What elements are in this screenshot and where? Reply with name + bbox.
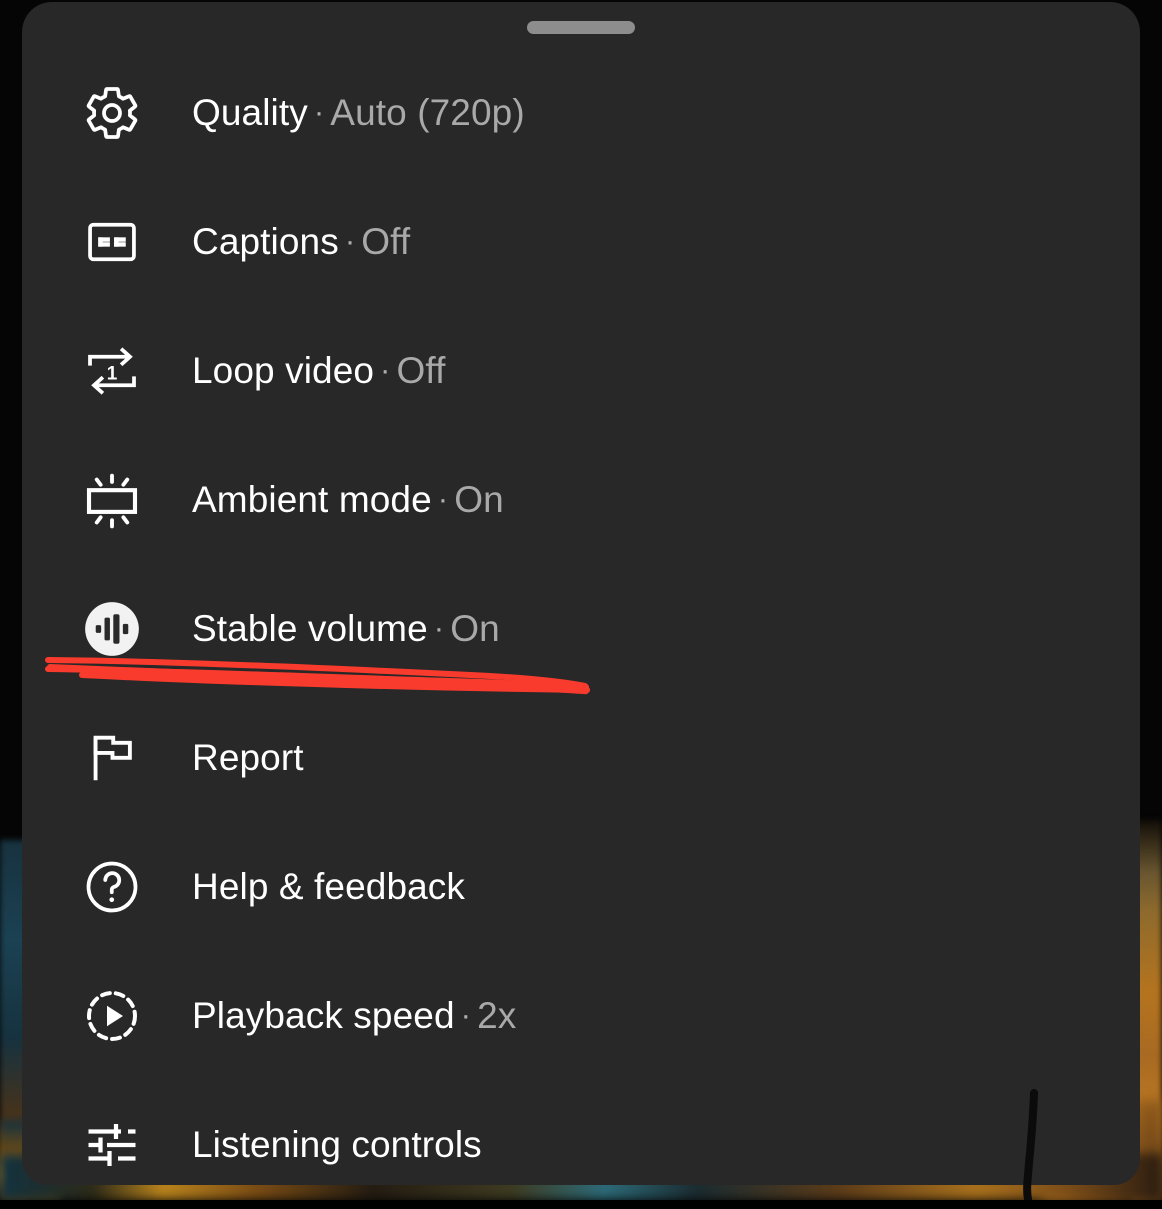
menu-item-separator: ·: [374, 352, 396, 387]
repeat-one-icon: 1: [74, 341, 150, 401]
menu-item-playback-speed[interactable]: Playback speed·2x: [22, 951, 1140, 1080]
menu-item-label: Help & feedback: [192, 866, 465, 907]
flag-icon: [74, 729, 150, 787]
menu-item-text: Captions·Off: [192, 221, 410, 263]
menu-item-separator: [304, 739, 316, 774]
menu-item-value: Off: [396, 350, 445, 391]
menu-item-separator: ·: [428, 610, 450, 645]
settings-menu-list: Quality·Auto (720p) Captions·Off: [22, 48, 1140, 1209]
menu-item-label: Report: [192, 737, 304, 778]
menu-item-value: 2x: [477, 995, 516, 1036]
menu-item-separator: ·: [308, 94, 330, 129]
menu-item-label: Listening controls: [192, 1124, 482, 1165]
menu-item-loop-video[interactable]: 1 Loop video·Off: [22, 306, 1140, 435]
menu-item-value: Off: [361, 221, 410, 262]
menu-item-ambient-mode[interactable]: Ambient mode·On: [22, 435, 1140, 564]
closed-captions-icon: [74, 214, 150, 270]
menu-item-separator: [482, 1126, 494, 1161]
menu-item-value: On: [450, 608, 500, 649]
menu-item-quality[interactable]: Quality·Auto (720p): [22, 48, 1140, 177]
menu-item-text: Stable volume·On: [192, 608, 500, 650]
svg-text:1: 1: [107, 363, 118, 384]
menu-item-label: Captions: [192, 221, 339, 262]
menu-item-value: Auto (720p): [330, 92, 524, 133]
menu-item-separator: ·: [339, 223, 361, 258]
menu-item-text: Listening controls: [192, 1124, 494, 1166]
menu-item-label: Quality: [192, 92, 308, 133]
menu-item-separator: ·: [455, 997, 477, 1032]
menu-item-text: Quality·Auto (720p): [192, 92, 525, 134]
menu-item-listening-controls[interactable]: Listening controls: [22, 1080, 1140, 1209]
menu-item-help-feedback[interactable]: Help & feedback: [22, 822, 1140, 951]
sliders-icon: [74, 1115, 150, 1175]
menu-item-label: Loop video: [192, 350, 374, 391]
menu-item-label: Ambient mode: [192, 479, 432, 520]
menu-item-stable-volume[interactable]: Stable volume·On: [22, 564, 1140, 693]
menu-item-value: On: [454, 479, 504, 520]
sheet-drag-handle[interactable]: [527, 21, 635, 34]
playback-speed-icon: [74, 986, 150, 1046]
gear-icon: [74, 83, 150, 143]
help-circle-icon: [74, 857, 150, 917]
menu-item-text: Help & feedback: [192, 866, 477, 908]
menu-item-label: Playback speed: [192, 995, 455, 1036]
video-settings-sheet: Quality·Auto (720p) Captions·Off: [22, 2, 1140, 1185]
stable-volume-icon: [74, 598, 150, 660]
menu-item-separator: [465, 868, 477, 903]
menu-item-text: Loop video·Off: [192, 350, 445, 392]
menu-item-text: Report: [192, 737, 316, 779]
menu-item-separator: ·: [432, 481, 454, 516]
menu-item-text: Ambient mode·On: [192, 479, 504, 521]
menu-item-label: Stable volume: [192, 608, 428, 649]
menu-item-report[interactable]: Report: [22, 693, 1140, 822]
ambient-mode-icon: [74, 469, 150, 531]
menu-item-text: Playback speed·2x: [192, 995, 516, 1037]
menu-item-captions[interactable]: Captions·Off: [22, 177, 1140, 306]
